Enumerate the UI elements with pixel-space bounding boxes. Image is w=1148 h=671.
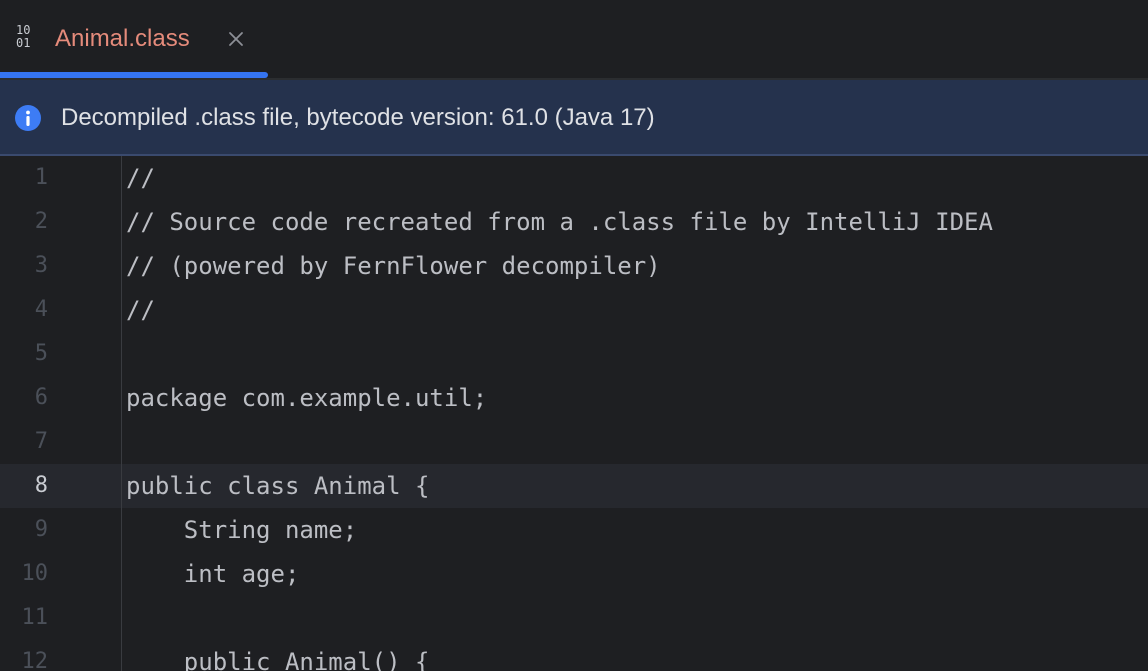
- code-line[interactable]: 10 int age;: [0, 552, 1148, 596]
- code-line-current[interactable]: 8 public class Animal {: [0, 464, 1148, 508]
- gutter-divider: [121, 156, 122, 671]
- tab-title: Animal.class: [55, 25, 190, 52]
- line-number: 5: [34, 341, 48, 366]
- code-text: //: [126, 164, 155, 192]
- code-line[interactable]: 6 package com.example.util;: [0, 376, 1148, 420]
- tab-animal-class[interactable]: 10 01 Animal.class: [0, 0, 268, 78]
- code-text: String name;: [126, 516, 358, 544]
- line-number: 6: [34, 385, 48, 410]
- line-number: 1: [34, 165, 48, 190]
- line-number: 9: [34, 517, 48, 542]
- line-number: 7: [34, 429, 48, 454]
- line-number: 3: [34, 253, 48, 278]
- line-number: 4: [34, 297, 48, 322]
- code-line[interactable]: 1 //: [0, 156, 1148, 200]
- line-number: 10: [21, 561, 49, 586]
- code-line[interactable]: 4 //: [0, 288, 1148, 332]
- line-number: 8: [34, 473, 48, 498]
- code-text: //: [126, 296, 155, 324]
- code-line[interactable]: 12 public Animal() {: [0, 640, 1148, 671]
- code-line[interactable]: 5: [0, 332, 1148, 376]
- code-line[interactable]: 3 // (powered by FernFlower decompiler): [0, 244, 1148, 288]
- code-text: // Source code recreated from a .class f…: [126, 208, 993, 236]
- code-line[interactable]: 7: [0, 420, 1148, 464]
- code-text: // (powered by FernFlower decompiler): [126, 252, 661, 280]
- code-line[interactable]: 11: [0, 596, 1148, 640]
- banner-message: Decompiled .class file, bytecode version…: [61, 104, 655, 131]
- info-icon: [14, 104, 42, 132]
- close-icon[interactable]: [223, 26, 249, 52]
- code-text: public class Animal {: [126, 472, 430, 500]
- code-text: int age;: [126, 560, 300, 588]
- line-number: 11: [21, 605, 49, 630]
- decompiled-notice-banner: Decompiled .class file, bytecode version…: [0, 80, 1148, 156]
- code-line[interactable]: 2 // Source code recreated from a .class…: [0, 200, 1148, 244]
- code-editor[interactable]: 1 // 2 // Source code recreated from a .…: [0, 156, 1148, 671]
- line-number: 2: [34, 209, 48, 234]
- code-text: public Animal() {: [126, 648, 430, 671]
- editor-tab-bar: 10 01 Animal.class: [0, 0, 1148, 78]
- code-text: package com.example.util;: [126, 384, 488, 412]
- line-number: 12: [21, 649, 49, 671]
- binary-file-icon: 10 01: [16, 23, 31, 50]
- code-line[interactable]: 9 String name;: [0, 508, 1148, 552]
